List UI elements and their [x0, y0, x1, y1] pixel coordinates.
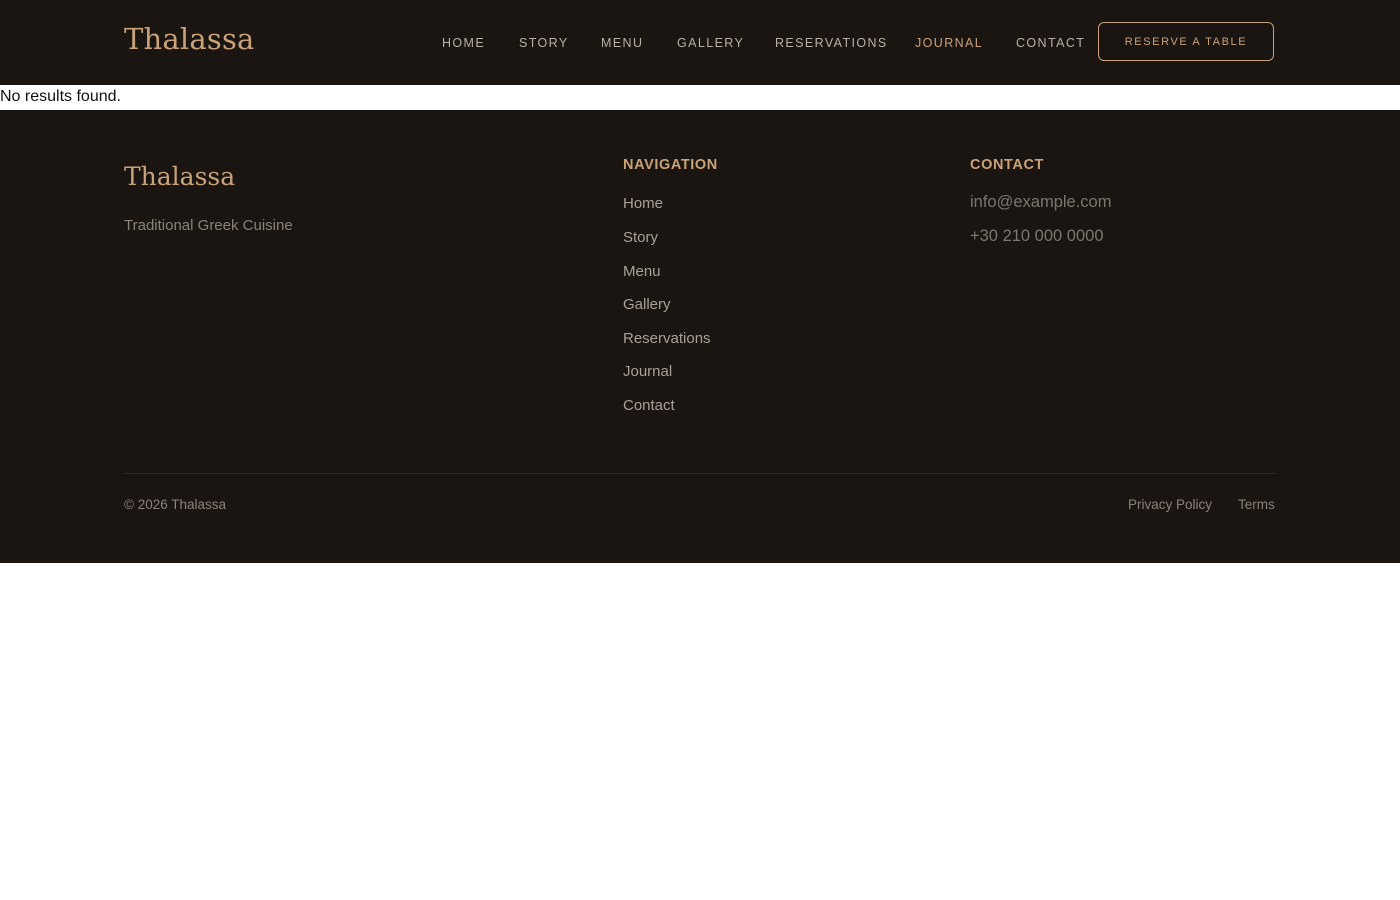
footer-link-contact[interactable]: Contact	[623, 397, 675, 414]
terms-link[interactable]: Terms	[1238, 497, 1275, 512]
privacy-policy-link[interactable]: Privacy Policy	[1128, 497, 1212, 512]
nav-item-reservations[interactable]: RESERVATIONS	[775, 36, 888, 50]
main-content: No results found.	[0, 85, 1400, 110]
footer-email-link[interactable]: info@example.com	[970, 193, 1111, 212]
reserve-table-button[interactable]: RESERVE A TABLE	[1098, 22, 1274, 61]
footer-link-story[interactable]: Story	[623, 229, 658, 246]
nav-item-menu[interactable]: MENU	[601, 36, 643, 50]
nav-item-story[interactable]: STORY	[519, 36, 569, 50]
footer-navigation-heading: NAVIGATION	[623, 157, 718, 173]
footer-divider	[124, 473, 1276, 474]
copyright-text: © 2026 Thalassa	[124, 497, 227, 512]
footer-tagline: Traditional Greek Cuisine	[124, 217, 293, 234]
footer-contact-heading: CONTACT	[970, 157, 1045, 173]
nav-item-contact[interactable]: CONTACT	[1016, 36, 1085, 50]
footer-logo: Thalassa	[124, 162, 236, 191]
nav-item-journal[interactable]: JOURNAL	[915, 36, 983, 50]
footer-link-gallery[interactable]: Gallery	[623, 296, 671, 313]
footer-link-journal[interactable]: Journal	[623, 363, 672, 380]
nav-item-home[interactable]: HOME	[442, 36, 485, 50]
footer-link-reservations[interactable]: Reservations	[623, 330, 711, 347]
nav-item-gallery[interactable]: GALLERY	[677, 36, 744, 50]
footer-phone-link[interactable]: +30 210 000 0000	[970, 227, 1104, 246]
empty-results-message: No results found.	[0, 88, 121, 105]
site-header: Thalassa HOME STORY MENU GALLERY RESERVA…	[0, 0, 1400, 85]
footer-link-home[interactable]: Home	[623, 195, 663, 212]
site-footer: Thalassa Traditional Greek Cuisine NAVIG…	[0, 110, 1400, 563]
footer-link-menu[interactable]: Menu	[623, 263, 661, 280]
